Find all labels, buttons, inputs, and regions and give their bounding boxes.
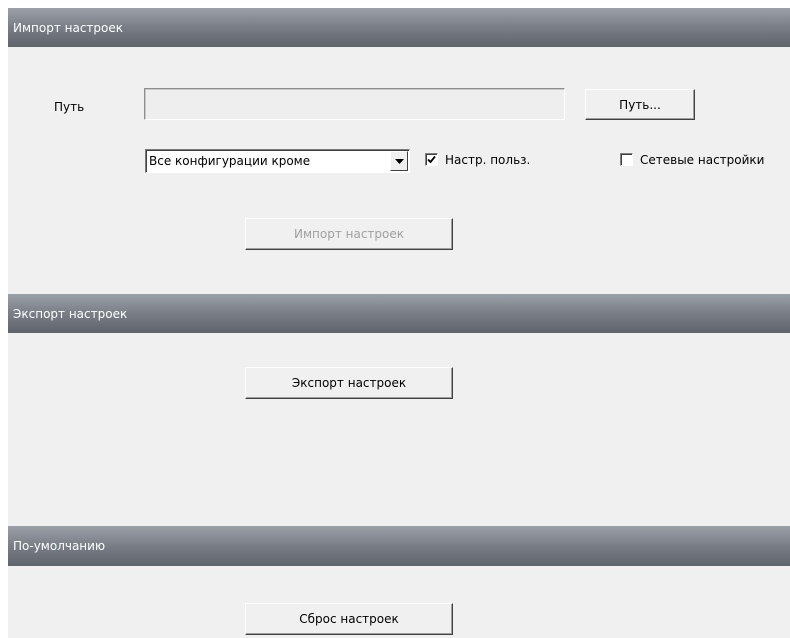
export-settings-button[interactable]: Экспорт настроек xyxy=(245,367,453,399)
reset-settings-button[interactable]: Сброс настроек xyxy=(245,603,453,635)
import-section-title: Импорт настроек xyxy=(13,20,124,35)
chevron-down-icon[interactable] xyxy=(390,151,408,171)
user-settings-checkbox[interactable] xyxy=(425,153,438,166)
export-panel xyxy=(8,333,790,526)
default-section-header: По-умолчанию xyxy=(8,526,790,566)
path-label: Путь xyxy=(54,100,85,114)
checkmark-icon xyxy=(427,155,436,164)
default-section-title: По-умолчанию xyxy=(13,539,106,553)
export-section-title: Экспорт настроек xyxy=(13,306,128,321)
path-input[interactable] xyxy=(144,88,565,120)
config-select[interactable]: Все конфигурации кроме xyxy=(145,149,410,173)
network-settings-checkbox[interactable] xyxy=(620,153,633,166)
export-section-header: Экспорт настроек xyxy=(8,294,790,333)
network-settings-label: Сетевые настройки xyxy=(640,153,765,167)
browse-path-button-label: Путь... xyxy=(619,97,661,112)
browse-path-button[interactable]: Путь... xyxy=(585,89,695,120)
user-settings-label: Настр. польз. xyxy=(445,153,531,167)
import-settings-button-label: Импорт настроек xyxy=(293,227,404,241)
export-settings-button-label: Экспорт настроек xyxy=(291,376,407,390)
import-section-header: Импорт настроек xyxy=(8,8,790,47)
import-settings-button[interactable]: Импорт настроек xyxy=(245,218,453,250)
reset-settings-button-label: Сброс настроек xyxy=(299,612,399,626)
config-select-value: Все конфигурации кроме xyxy=(149,154,311,168)
